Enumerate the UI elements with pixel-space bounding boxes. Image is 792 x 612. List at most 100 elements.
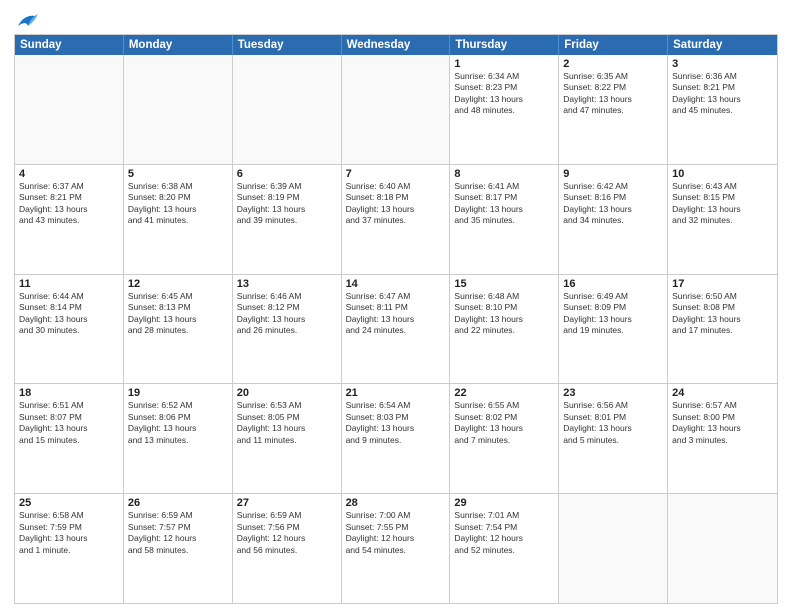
calendar-cell: 11Sunrise: 6:44 AM Sunset: 8:14 PM Dayli… [15, 275, 124, 384]
cell-info: Sunrise: 6:42 AM Sunset: 8:16 PM Dayligh… [563, 181, 663, 227]
calendar-cell: 9Sunrise: 6:42 AM Sunset: 8:16 PM Daylig… [559, 165, 668, 274]
cell-info: Sunrise: 6:59 AM Sunset: 7:56 PM Dayligh… [237, 510, 337, 556]
calendar-cell: 4Sunrise: 6:37 AM Sunset: 8:21 PM Daylig… [15, 165, 124, 274]
day-number: 25 [19, 497, 119, 509]
cell-info: Sunrise: 6:54 AM Sunset: 8:03 PM Dayligh… [346, 400, 446, 446]
cell-info: Sunrise: 6:47 AM Sunset: 8:11 PM Dayligh… [346, 291, 446, 337]
calendar-cell: 21Sunrise: 6:54 AM Sunset: 8:03 PM Dayli… [342, 384, 451, 493]
cell-info: Sunrise: 7:01 AM Sunset: 7:54 PM Dayligh… [454, 510, 554, 556]
cell-info: Sunrise: 6:56 AM Sunset: 8:01 PM Dayligh… [563, 400, 663, 446]
cell-info: Sunrise: 6:43 AM Sunset: 8:15 PM Dayligh… [672, 181, 773, 227]
calendar-cell [559, 494, 668, 603]
cell-info: Sunrise: 6:46 AM Sunset: 8:12 PM Dayligh… [237, 291, 337, 337]
day-number: 10 [672, 168, 773, 180]
calendar-cell: 15Sunrise: 6:48 AM Sunset: 8:10 PM Dayli… [450, 275, 559, 384]
cell-info: Sunrise: 6:48 AM Sunset: 8:10 PM Dayligh… [454, 291, 554, 337]
calendar-body: 1Sunrise: 6:34 AM Sunset: 8:23 PM Daylig… [15, 55, 777, 603]
cell-info: Sunrise: 6:51 AM Sunset: 8:07 PM Dayligh… [19, 400, 119, 446]
calendar-row: 11Sunrise: 6:44 AM Sunset: 8:14 PM Dayli… [15, 275, 777, 385]
calendar-cell: 25Sunrise: 6:58 AM Sunset: 7:59 PM Dayli… [15, 494, 124, 603]
cell-info: Sunrise: 6:58 AM Sunset: 7:59 PM Dayligh… [19, 510, 119, 556]
cell-info: Sunrise: 6:41 AM Sunset: 8:17 PM Dayligh… [454, 181, 554, 227]
calendar-row: 18Sunrise: 6:51 AM Sunset: 8:07 PM Dayli… [15, 384, 777, 494]
cal-header-day: Monday [124, 35, 233, 55]
day-number: 6 [237, 168, 337, 180]
calendar-cell: 13Sunrise: 6:46 AM Sunset: 8:12 PM Dayli… [233, 275, 342, 384]
calendar-cell: 14Sunrise: 6:47 AM Sunset: 8:11 PM Dayli… [342, 275, 451, 384]
cal-header-day: Friday [559, 35, 668, 55]
cell-info: Sunrise: 6:35 AM Sunset: 8:22 PM Dayligh… [563, 71, 663, 117]
cell-info: Sunrise: 6:36 AM Sunset: 8:21 PM Dayligh… [672, 71, 773, 117]
cal-header-day: Sunday [15, 35, 124, 55]
cell-info: Sunrise: 6:53 AM Sunset: 8:05 PM Dayligh… [237, 400, 337, 446]
day-number: 11 [19, 278, 119, 290]
calendar-cell: 16Sunrise: 6:49 AM Sunset: 8:09 PM Dayli… [559, 275, 668, 384]
cell-info: Sunrise: 6:37 AM Sunset: 8:21 PM Dayligh… [19, 181, 119, 227]
calendar-cell: 7Sunrise: 6:40 AM Sunset: 8:18 PM Daylig… [342, 165, 451, 274]
day-number: 28 [346, 497, 446, 509]
cell-info: Sunrise: 7:00 AM Sunset: 7:55 PM Dayligh… [346, 510, 446, 556]
day-number: 26 [128, 497, 228, 509]
day-number: 7 [346, 168, 446, 180]
calendar-cell: 6Sunrise: 6:39 AM Sunset: 8:19 PM Daylig… [233, 165, 342, 274]
calendar-cell: 29Sunrise: 7:01 AM Sunset: 7:54 PM Dayli… [450, 494, 559, 603]
cell-info: Sunrise: 6:38 AM Sunset: 8:20 PM Dayligh… [128, 181, 228, 227]
day-number: 4 [19, 168, 119, 180]
day-number: 21 [346, 387, 446, 399]
cal-header-day: Wednesday [342, 35, 451, 55]
cell-info: Sunrise: 6:57 AM Sunset: 8:00 PM Dayligh… [672, 400, 773, 446]
header [14, 10, 778, 30]
day-number: 13 [237, 278, 337, 290]
calendar-cell: 12Sunrise: 6:45 AM Sunset: 8:13 PM Dayli… [124, 275, 233, 384]
cell-info: Sunrise: 6:52 AM Sunset: 8:06 PM Dayligh… [128, 400, 228, 446]
cell-info: Sunrise: 6:34 AM Sunset: 8:23 PM Dayligh… [454, 71, 554, 117]
calendar-cell: 5Sunrise: 6:38 AM Sunset: 8:20 PM Daylig… [124, 165, 233, 274]
calendar-cell: 17Sunrise: 6:50 AM Sunset: 8:08 PM Dayli… [668, 275, 777, 384]
cell-info: Sunrise: 6:49 AM Sunset: 8:09 PM Dayligh… [563, 291, 663, 337]
day-number: 1 [454, 58, 554, 70]
day-number: 23 [563, 387, 663, 399]
calendar-cell: 27Sunrise: 6:59 AM Sunset: 7:56 PM Dayli… [233, 494, 342, 603]
cell-info: Sunrise: 6:50 AM Sunset: 8:08 PM Dayligh… [672, 291, 773, 337]
calendar-cell: 26Sunrise: 6:59 AM Sunset: 7:57 PM Dayli… [124, 494, 233, 603]
calendar-row: 25Sunrise: 6:58 AM Sunset: 7:59 PM Dayli… [15, 494, 777, 603]
calendar-cell: 1Sunrise: 6:34 AM Sunset: 8:23 PM Daylig… [450, 55, 559, 164]
day-number: 20 [237, 387, 337, 399]
calendar-cell: 10Sunrise: 6:43 AM Sunset: 8:15 PM Dayli… [668, 165, 777, 274]
page: SundayMondayTuesdayWednesdayThursdayFrid… [0, 0, 792, 612]
day-number: 16 [563, 278, 663, 290]
calendar-cell: 20Sunrise: 6:53 AM Sunset: 8:05 PM Dayli… [233, 384, 342, 493]
day-number: 15 [454, 278, 554, 290]
cell-info: Sunrise: 6:44 AM Sunset: 8:14 PM Dayligh… [19, 291, 119, 337]
day-number: 29 [454, 497, 554, 509]
calendar-cell [124, 55, 233, 164]
calendar-cell: 3Sunrise: 6:36 AM Sunset: 8:21 PM Daylig… [668, 55, 777, 164]
calendar-cell: 2Sunrise: 6:35 AM Sunset: 8:22 PM Daylig… [559, 55, 668, 164]
day-number: 19 [128, 387, 228, 399]
day-number: 2 [563, 58, 663, 70]
calendar-cell [15, 55, 124, 164]
calendar-cell: 22Sunrise: 6:55 AM Sunset: 8:02 PM Dayli… [450, 384, 559, 493]
calendar-header: SundayMondayTuesdayWednesdayThursdayFrid… [15, 35, 777, 55]
cell-info: Sunrise: 6:59 AM Sunset: 7:57 PM Dayligh… [128, 510, 228, 556]
calendar-row: 1Sunrise: 6:34 AM Sunset: 8:23 PM Daylig… [15, 55, 777, 165]
cell-info: Sunrise: 6:45 AM Sunset: 8:13 PM Dayligh… [128, 291, 228, 337]
day-number: 8 [454, 168, 554, 180]
calendar-cell: 19Sunrise: 6:52 AM Sunset: 8:06 PM Dayli… [124, 384, 233, 493]
calendar-cell: 8Sunrise: 6:41 AM Sunset: 8:17 PM Daylig… [450, 165, 559, 274]
day-number: 22 [454, 387, 554, 399]
day-number: 17 [672, 278, 773, 290]
cal-header-day: Thursday [450, 35, 559, 55]
calendar: SundayMondayTuesdayWednesdayThursdayFrid… [14, 34, 778, 604]
cal-header-day: Tuesday [233, 35, 342, 55]
logo [14, 12, 38, 30]
cell-info: Sunrise: 6:40 AM Sunset: 8:18 PM Dayligh… [346, 181, 446, 227]
calendar-cell: 24Sunrise: 6:57 AM Sunset: 8:00 PM Dayli… [668, 384, 777, 493]
calendar-cell [668, 494, 777, 603]
day-number: 3 [672, 58, 773, 70]
calendar-cell [342, 55, 451, 164]
calendar-row: 4Sunrise: 6:37 AM Sunset: 8:21 PM Daylig… [15, 165, 777, 275]
calendar-cell: 28Sunrise: 7:00 AM Sunset: 7:55 PM Dayli… [342, 494, 451, 603]
calendar-cell [233, 55, 342, 164]
cell-info: Sunrise: 6:39 AM Sunset: 8:19 PM Dayligh… [237, 181, 337, 227]
